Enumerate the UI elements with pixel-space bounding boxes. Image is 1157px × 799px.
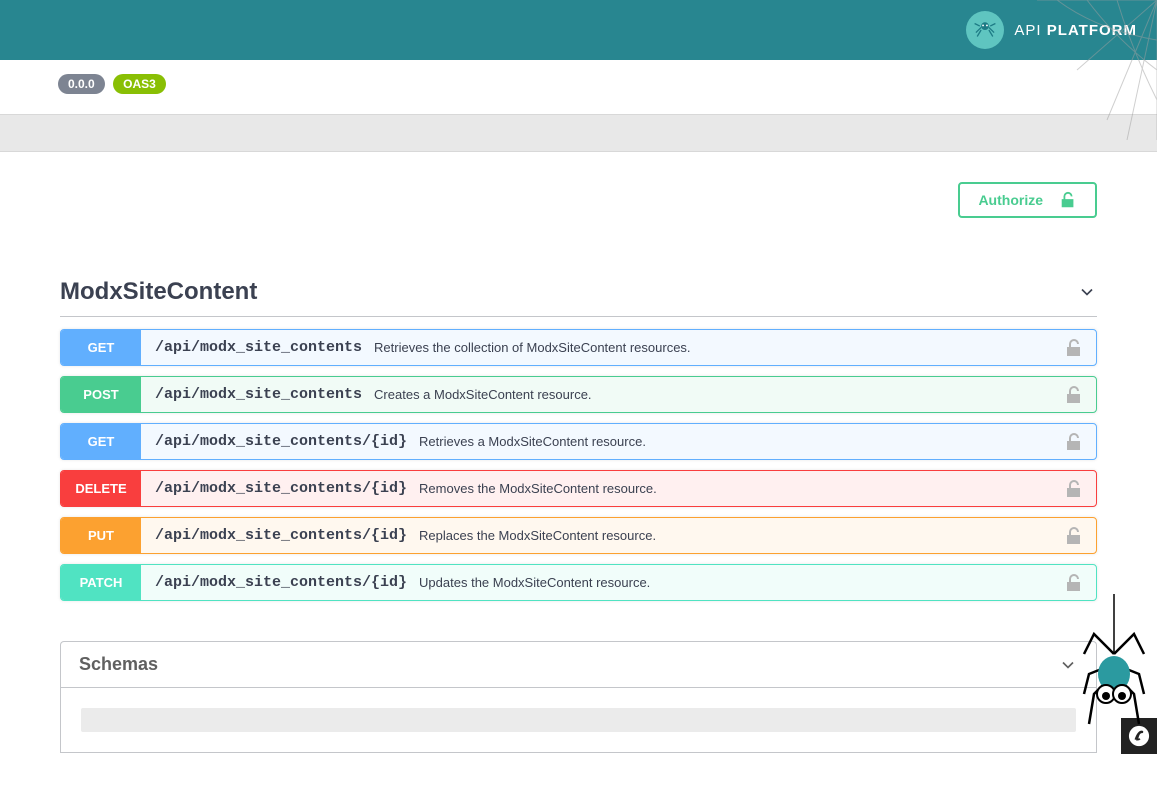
schemas-header[interactable]: Schemas <box>60 641 1097 688</box>
operation-description: Retrieves a ModxSiteContent resource. <box>419 434 646 449</box>
operation-body: /api/modx_site_contents/{id} Removes the … <box>141 471 1064 506</box>
method-badge: GET <box>61 424 141 459</box>
method-badge: POST <box>61 377 141 412</box>
operation-row-delete-3[interactable]: DELETE/api/modx_site_contents/{id} Remove… <box>60 470 1097 507</box>
brand-name: API API PLATFORMPLATFORM <box>1014 22 1137 39</box>
lock-icon[interactable] <box>1064 526 1084 546</box>
operations-list: GET/api/modx_site_contents Retrieves the … <box>60 329 1097 601</box>
operation-path: /api/modx_site_contents/{id} <box>155 574 407 591</box>
brand-logo: API API PLATFORMPLATFORM <box>966 11 1137 49</box>
lock-icon[interactable] <box>1064 385 1084 405</box>
schemas-section: Schemas <box>60 641 1097 753</box>
operation-path: /api/modx_site_contents <box>155 386 362 403</box>
lock-icon[interactable] <box>1064 479 1084 499</box>
version-bar: 0.0.0 OAS3 <box>0 60 1157 114</box>
method-badge: PATCH <box>61 565 141 600</box>
operation-description: Updates the ModxSiteContent resource. <box>419 575 650 590</box>
method-badge: GET <box>61 330 141 365</box>
operation-row-put-4[interactable]: PUT/api/modx_site_contents/{id} Replaces … <box>60 517 1097 554</box>
resource-title: ModxSiteContent <box>60 278 257 306</box>
divider-strip <box>0 114 1157 152</box>
lock-icon[interactable] <box>1064 573 1084 593</box>
spider-logo-icon <box>966 11 1004 49</box>
unlock-icon <box>1059 191 1077 209</box>
operation-path: /api/modx_site_contents/{id} <box>155 527 407 544</box>
method-badge: PUT <box>61 518 141 553</box>
operation-path: /api/modx_site_contents/{id} <box>155 480 407 497</box>
authorize-button[interactable]: Authorize <box>958 182 1097 218</box>
operation-row-get-0[interactable]: GET/api/modx_site_contents Retrieves the … <box>60 329 1097 366</box>
operation-body: /api/modx_site_contents/{id} Retrieves a … <box>141 424 1064 459</box>
operation-body: /api/modx_site_contents Creates a ModxSit… <box>141 377 1064 412</box>
operation-body: /api/modx_site_contents Retrieves the col… <box>141 330 1064 365</box>
operation-row-patch-5[interactable]: PATCH/api/modx_site_contents/{id} Updates… <box>60 564 1097 601</box>
resource-section-header[interactable]: ModxSiteContent <box>60 268 1097 317</box>
schemas-body <box>60 688 1097 753</box>
operation-body: /api/modx_site_contents/{id} Updates the … <box>141 565 1064 600</box>
operation-row-get-2[interactable]: GET/api/modx_site_contents/{id} Retrieves… <box>60 423 1097 460</box>
operation-description: Creates a ModxSiteContent resource. <box>374 387 592 402</box>
operation-body: /api/modx_site_contents/{id} Replaces the… <box>141 518 1064 553</box>
authorize-label: Authorize <box>978 192 1043 208</box>
method-badge: DELETE <box>61 471 141 506</box>
operation-description: Removes the ModxSiteContent resource. <box>419 481 657 496</box>
operation-path: /api/modx_site_contents/{id} <box>155 433 407 450</box>
version-badge: 0.0.0 <box>58 74 105 94</box>
app-header: API API PLATFORMPLATFORM <box>0 0 1157 60</box>
operation-path: /api/modx_site_contents <box>155 339 362 356</box>
chevron-down-icon <box>1058 655 1078 675</box>
operation-row-post-1[interactable]: POST/api/modx_site_contents Creates a Mod… <box>60 376 1097 413</box>
operation-description: Replaces the ModxSiteContent resource. <box>419 528 656 543</box>
schemas-title: Schemas <box>79 654 158 675</box>
symfony-toolbar-button[interactable] <box>1121 718 1157 754</box>
auth-section: Authorize <box>0 152 1157 248</box>
chevron-down-icon <box>1077 282 1097 302</box>
operation-description: Retrieves the collection of ModxSiteCont… <box>374 340 691 355</box>
lock-icon[interactable] <box>1064 338 1084 358</box>
symfony-icon <box>1128 725 1150 747</box>
oas-badge: OAS3 <box>113 74 166 94</box>
schema-item-placeholder[interactable] <box>81 708 1076 732</box>
lock-icon[interactable] <box>1064 432 1084 452</box>
